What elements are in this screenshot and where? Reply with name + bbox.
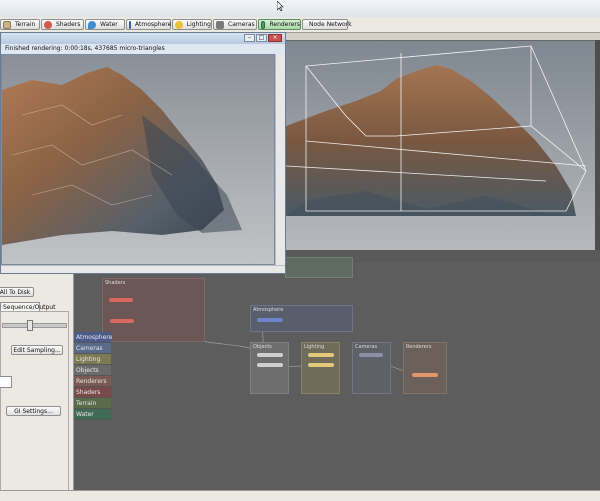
render-output-image bbox=[1, 54, 275, 265]
cameras-group-title: Cameras bbox=[355, 344, 378, 350]
render-to-disk-button[interactable]: All To Disk bbox=[0, 287, 34, 297]
lighting-node[interactable] bbox=[308, 353, 334, 357]
lighting-group-title: Lighting bbox=[304, 344, 325, 350]
renderers-group-title: Renderers bbox=[406, 344, 432, 350]
object-node[interactable] bbox=[257, 363, 283, 367]
renderers-icon bbox=[261, 20, 266, 29]
tab-label: Node Network bbox=[309, 21, 352, 28]
terrain-preview-image bbox=[286, 41, 596, 251]
toolbar: Terrain Shaders Water Atmosphere Lightin… bbox=[0, 17, 600, 33]
water-icon bbox=[88, 20, 96, 29]
cameras-icon bbox=[216, 20, 224, 29]
3d-preview-viewport[interactable] bbox=[285, 40, 597, 252]
node-category-legend: Atmosphere Cameras Lighting Objects Rend… bbox=[74, 332, 112, 420]
atmosphere-icon bbox=[129, 20, 131, 29]
tab-label: Terrain bbox=[15, 21, 36, 28]
tab-label: Cameras bbox=[228, 21, 255, 28]
shaders-group-title: Shaders bbox=[105, 280, 126, 286]
lighting-icon bbox=[175, 20, 183, 29]
shaders-group[interactable]: Shaders bbox=[102, 278, 205, 342]
settings-groupbox bbox=[0, 311, 69, 495]
legend-item-objects[interactable]: Objects bbox=[74, 365, 111, 376]
tab-renderers[interactable]: Renderers bbox=[258, 19, 301, 30]
tab-label: Water bbox=[100, 21, 118, 28]
slider-thumb[interactable] bbox=[27, 320, 33, 331]
render-output-window[interactable]: – □ × Finished rendering: 0:00:18s, 4376… bbox=[0, 32, 286, 274]
cameras-group[interactable]: Cameras bbox=[352, 342, 391, 394]
tab-water[interactable]: Water bbox=[85, 19, 125, 30]
legend-item-cameras[interactable]: Cameras bbox=[74, 343, 111, 354]
terrain-icon bbox=[3, 20, 11, 29]
objects-group-title: Objects bbox=[253, 344, 272, 350]
tab-shaders[interactable]: Shaders bbox=[41, 19, 84, 30]
gi-settings-button[interactable]: GI Settings... bbox=[6, 406, 61, 416]
mouse-cursor-icon bbox=[276, 0, 284, 13]
legend-item-shaders[interactable]: Shaders bbox=[74, 387, 111, 398]
shaders-icon bbox=[44, 20, 52, 29]
dropdown-select[interactable] bbox=[0, 376, 12, 388]
horizontal-scrollbar[interactable] bbox=[1, 265, 285, 273]
maximize-icon[interactable]: □ bbox=[256, 34, 267, 42]
vertical-scrollbar[interactable] bbox=[275, 54, 285, 265]
legend-item-water[interactable]: Water bbox=[74, 409, 111, 420]
tab-label: Atmosphere bbox=[135, 21, 172, 28]
status-bar bbox=[0, 490, 600, 501]
camera-node[interactable] bbox=[359, 353, 383, 357]
terrain-node-group[interactable] bbox=[285, 257, 353, 278]
rendered-terrain-image bbox=[2, 55, 274, 264]
lighting-group[interactable]: Lighting bbox=[301, 342, 340, 394]
render-settings-panel: All To Disk Sequence/Output Edit Samplin… bbox=[0, 274, 74, 495]
title-bar bbox=[0, 0, 600, 18]
renderer-node[interactable] bbox=[412, 373, 438, 377]
objects-group[interactable]: Objects bbox=[250, 342, 289, 394]
tab-atmosphere[interactable]: Atmosphere bbox=[126, 19, 171, 30]
tab-label: Shaders bbox=[56, 21, 81, 28]
close-icon[interactable]: × bbox=[268, 34, 282, 42]
atmosphere-group-title: Atmosphere bbox=[253, 307, 284, 313]
tab-lighting[interactable]: Lighting bbox=[172, 19, 212, 30]
atmosphere-group[interactable]: Atmosphere bbox=[250, 305, 353, 332]
quality-slider[interactable] bbox=[2, 320, 67, 331]
object-node[interactable] bbox=[257, 353, 283, 357]
tab-label: Renderers bbox=[269, 21, 300, 28]
legend-item-lighting[interactable]: Lighting bbox=[74, 354, 111, 365]
renderers-group[interactable]: Renderers bbox=[403, 342, 447, 394]
minimize-icon[interactable]: – bbox=[244, 34, 255, 42]
render-status-text: Finished rendering: 0:00:18s, 437685 mic… bbox=[5, 45, 165, 52]
tab-terrain[interactable]: Terrain bbox=[0, 19, 40, 30]
legend-item-terrain[interactable]: Terrain bbox=[74, 398, 111, 409]
edit-sampling-button[interactable]: Edit Sampling... bbox=[11, 345, 63, 355]
render-window-titlebar[interactable]: – □ × bbox=[1, 33, 285, 44]
lighting-node[interactable] bbox=[308, 363, 334, 367]
shader-node[interactable] bbox=[109, 298, 133, 302]
legend-item-renderers[interactable]: Renderers bbox=[74, 376, 111, 387]
tab-node-network[interactable]: Node Network bbox=[302, 19, 352, 30]
legend-item-atmosphere[interactable]: Atmosphere bbox=[74, 332, 112, 343]
window-controls: – □ × bbox=[243, 34, 282, 42]
shader-node[interactable] bbox=[110, 319, 134, 323]
atmosphere-node[interactable] bbox=[257, 318, 283, 322]
tab-label: Lighting bbox=[186, 21, 211, 28]
tab-cameras[interactable]: Cameras bbox=[213, 19, 257, 30]
viewport-side-strip bbox=[595, 40, 600, 250]
